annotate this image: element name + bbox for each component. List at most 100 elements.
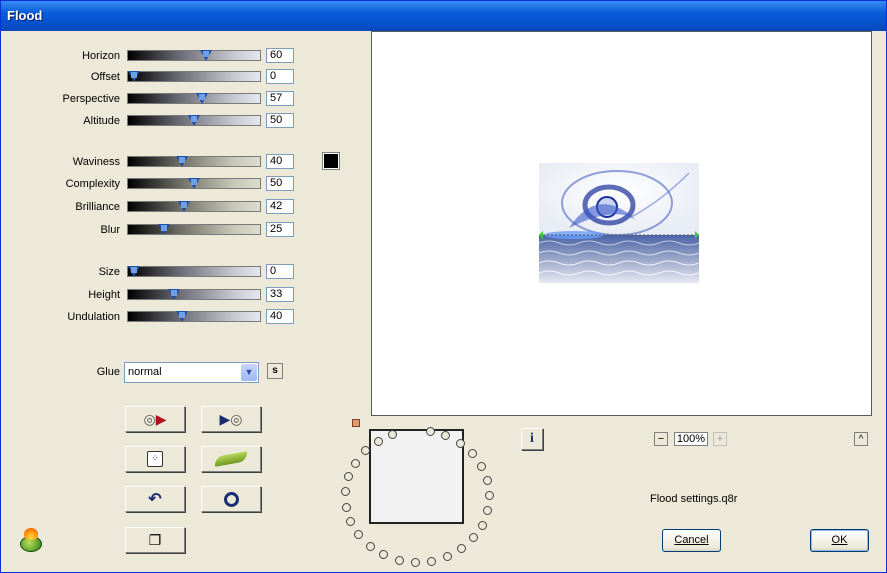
ring-icon	[223, 491, 239, 507]
navigator-thumbnail[interactable]	[369, 429, 464, 524]
app-logo	[18, 528, 42, 552]
slider-thumb[interactable]	[176, 156, 188, 167]
title-bar[interactable]: Flood	[1, 1, 886, 31]
preset-dot[interactable]	[425, 427, 435, 436]
zoom-in-button[interactable]: +	[713, 432, 727, 446]
info-button[interactable]: i	[521, 428, 543, 450]
preset-dot[interactable]	[344, 472, 354, 482]
slider-label-offset: Offset	[90, 71, 120, 83]
slider-label-altitude: Altitude	[83, 115, 120, 127]
chevron-down-icon[interactable]: ▼	[241, 364, 257, 381]
navigator-corner-marker[interactable]	[352, 419, 360, 427]
slider-label-brilliance: Brilliance	[75, 201, 120, 213]
value-field-altitude[interactable]: 50	[266, 113, 294, 128]
ok-button[interactable]: OK	[810, 529, 869, 552]
copy-button[interactable]: ❐	[125, 527, 185, 553]
slider-thumb[interactable]	[128, 71, 140, 82]
logo-flame	[24, 528, 38, 540]
slider-thumb[interactable]	[200, 50, 212, 61]
slider-horizon[interactable]	[127, 50, 261, 61]
disc-play-icon: ◎	[143, 410, 156, 427]
value-field-horizon[interactable]: 60	[266, 48, 294, 63]
preset-dot[interactable]	[457, 544, 467, 553]
value-field-blur[interactable]: 25	[266, 222, 294, 237]
dice-icon: ⁘	[147, 451, 163, 467]
preset-dot[interactable]	[477, 461, 487, 471]
reset-button[interactable]	[201, 486, 261, 512]
slider-height[interactable]	[127, 289, 261, 300]
preset-dot[interactable]	[483, 506, 493, 516]
preset-dot[interactable]	[410, 557, 420, 567]
collapse-up-button[interactable]: ^	[854, 432, 868, 446]
slider-thumb[interactable]	[167, 289, 180, 300]
slider-thumb[interactable]	[158, 224, 170, 235]
preset-dot[interactable]	[443, 551, 453, 561]
slider-undulation[interactable]	[127, 311, 261, 322]
preset-dot[interactable]	[482, 476, 492, 486]
slider-perspective[interactable]	[127, 93, 261, 104]
cancel-button-label: Cancel	[674, 534, 709, 546]
slider-label-height: Height	[88, 289, 120, 301]
slider-thumb[interactable]	[176, 311, 188, 322]
value-field-brilliance[interactable]: 42	[266, 199, 294, 214]
arrow-right-icon: ▶	[219, 410, 231, 427]
value-field-perspective[interactable]: 57	[266, 91, 294, 106]
slider-waviness[interactable]	[127, 156, 261, 167]
preview-image	[539, 163, 699, 283]
preset-dot[interactable]	[427, 556, 437, 566]
value-field-size[interactable]: 0	[266, 264, 294, 279]
preset-dot[interactable]	[379, 550, 389, 560]
preset-dot[interactable]	[341, 502, 351, 512]
preset-dot[interactable]	[477, 520, 487, 530]
preset-dot[interactable]	[354, 530, 364, 540]
ok-button-label: OK	[831, 534, 848, 546]
preset-dot[interactable]	[455, 438, 465, 448]
arrow-right-icon: ▶	[155, 410, 167, 427]
load-settings-button[interactable]: ◎ ▶	[125, 406, 185, 432]
glue-select[interactable]: normal ▼	[124, 362, 259, 383]
random-button[interactable]: ⁘	[125, 446, 185, 472]
slider-thumb[interactable]	[188, 115, 200, 126]
value-field-undulation[interactable]: 40	[266, 309, 294, 324]
zoom-level[interactable]: 100%	[674, 432, 708, 446]
zoom-out-button[interactable]: −	[654, 432, 668, 446]
preset-dot[interactable]	[467, 449, 477, 459]
save-settings-button[interactable]: ▶ ◎	[201, 406, 261, 432]
preset-dot[interactable]	[469, 533, 479, 543]
preset-dot[interactable]	[365, 541, 375, 551]
flood-dialog: Flood Horizon 60 Offset 0 Perspective 57…	[0, 0, 887, 573]
undo-icon: ↶	[148, 491, 162, 508]
slider-label-size: Size	[98, 266, 120, 278]
preset-dot[interactable]	[341, 487, 351, 497]
value-field-complexity[interactable]: 50	[266, 176, 294, 191]
preset-dot[interactable]	[350, 458, 360, 468]
cancel-button[interactable]: Cancel	[662, 529, 721, 552]
slider-label-blur: Blur	[100, 224, 120, 236]
slider-altitude[interactable]	[127, 115, 261, 126]
preset-dot[interactable]	[394, 555, 404, 565]
slider-complexity[interactable]	[127, 178, 261, 189]
slider-thumb[interactable]	[196, 93, 209, 104]
window-title: Flood	[7, 8, 43, 23]
slider-thumb[interactable]	[178, 201, 191, 212]
slider-thumb[interactable]	[128, 266, 140, 277]
slider-thumb[interactable]	[188, 178, 200, 189]
color-swatch[interactable]	[322, 152, 340, 170]
value-field-height[interactable]: 33	[266, 287, 294, 302]
slider-label-undulation: Undulation	[67, 311, 120, 323]
undo-button[interactable]: ↶	[125, 486, 185, 512]
slider-offset[interactable]	[127, 71, 261, 82]
preset-dot[interactable]	[484, 491, 494, 501]
value-field-waviness[interactable]: 40	[266, 154, 294, 169]
glue-label: Glue	[96, 366, 120, 378]
value-field-offset[interactable]: 0	[266, 69, 294, 84]
preset-dot[interactable]	[346, 517, 356, 527]
glue-side-button[interactable]: s	[267, 363, 283, 379]
slider-label-horizon: Horizon	[82, 50, 120, 62]
preview-canvas[interactable]	[371, 31, 872, 416]
wave-button[interactable]	[201, 446, 261, 472]
slider-blur[interactable]	[127, 224, 261, 235]
slider-size[interactable]	[127, 266, 261, 277]
slider-brilliance[interactable]	[127, 201, 261, 212]
preset-dot[interactable]	[373, 436, 383, 446]
